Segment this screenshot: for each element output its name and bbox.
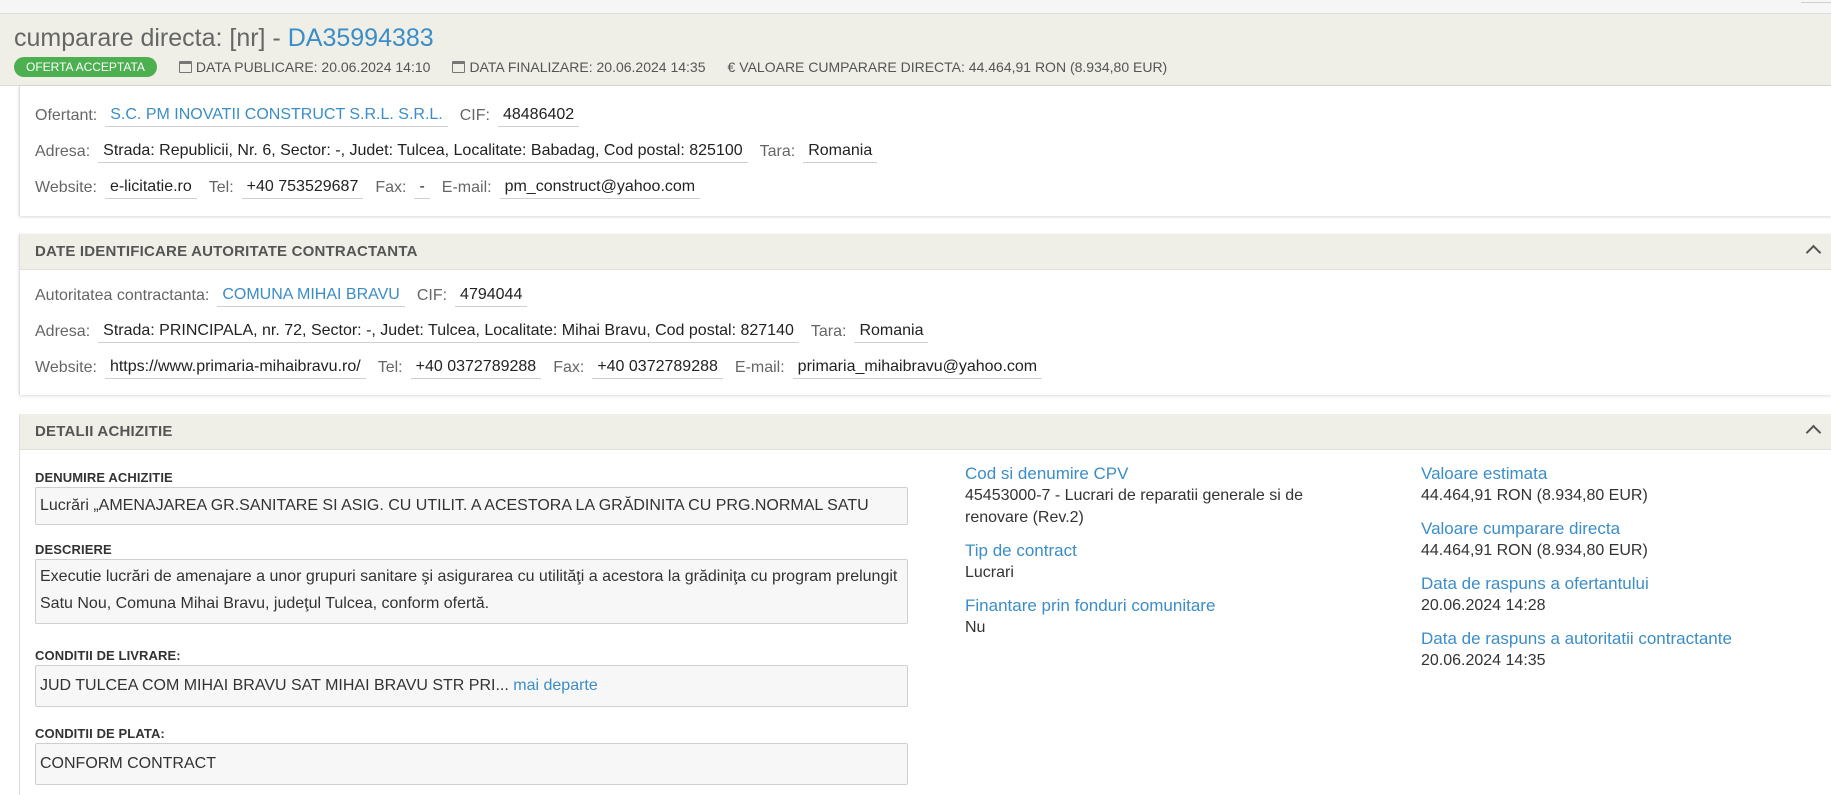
chevron-up-icon[interactable] (1805, 244, 1822, 261)
cpv-title: Cod si denumire CPV (965, 464, 1129, 483)
authority-email: primaria_mihaibravu@yahoo.com (792, 358, 1043, 379)
offerer-tel-label: Tel: (208, 179, 234, 196)
acquisition-name-label: DENUMIRE ACHIZITIE (35, 470, 173, 485)
authority-email-label: E-mail: (734, 359, 785, 376)
offerer-name-link[interactable]: S.C. PM INOVATII CONSTRUCT S.R.L. S.R.L. (105, 106, 448, 127)
calendar-icon (452, 61, 466, 73)
authority-address: Strada: PRINCIPALA, nr. 72, Sector: -, J… (98, 322, 799, 343)
offerer-country: Romania (803, 142, 878, 163)
authority-website-label: Website: (35, 359, 97, 376)
offerer-cif: 48486402 (497, 106, 580, 127)
procedure-code: DA35994383 (287, 24, 434, 52)
offerer-row: Ofertant: S.C. PM INOVATII CONSTRUCT S.R… (35, 103, 591, 129)
authority-panel-header[interactable]: DATE IDENTIFICARE AUTORITATE CONTRACTANT… (20, 234, 1831, 270)
authority-contact-row: Website: https://www.primaria-mihaibravu… (35, 355, 1054, 381)
payment-conditions-value: CONFORM CONTRACT (40, 755, 216, 772)
authority-tel-label: Tel: (377, 359, 403, 376)
offerer-address-label: Adresa: (35, 143, 91, 160)
page-title-prefix: cumparare directa: [nr] - (14, 24, 288, 52)
read-more-link[interactable]: mai departe (513, 677, 598, 694)
offerer-country-label: Tara: (759, 143, 796, 160)
top-bar-edge (1801, 0, 1831, 3)
authority-cif: 4794044 (455, 286, 528, 307)
authority-address-row: Adresa: Strada: PRINCIPALA, nr. 72, Sect… (35, 319, 940, 345)
direct-value-title: Valoare cumparare directa (1421, 519, 1621, 538)
authority-response-block: Data de raspuns a autoritatii contractan… (1421, 628, 1831, 672)
authority-section-title: DATE IDENTIFICARE AUTORITATE CONTRACTANT… (35, 243, 418, 260)
status-badge: OFERTA ACCEPTATA (14, 57, 157, 77)
offerer-cif-label: CIF: (459, 107, 490, 124)
authority-label: Autoritatea contractanta: (35, 287, 210, 304)
direct-value-block: Valoare cumparare directa 44.464,91 RON … (1421, 518, 1831, 562)
offerer-website: e-licitatie.ro (104, 178, 197, 199)
contract-type-block: Tip de contract Lucrari (965, 540, 1385, 584)
direct-value-amount: 44.464,91 RON (8.934,80 EUR) (1421, 542, 1648, 559)
publish-date-text: DATA PUBLICARE: 20.06.2024 14:10 (195, 59, 431, 75)
authority-address-label: Adresa: (35, 323, 91, 340)
offerer-label: Ofertant: (35, 107, 98, 124)
acquisition-name-field: Lucrări „AMENAJAREA GR.SANITARE SI ASIG.… (35, 487, 908, 525)
calendar-icon (178, 61, 192, 73)
offerer-response-title: Data de raspuns a ofertantului (1421, 574, 1649, 593)
offerer-fax: - (414, 178, 430, 199)
offerer-response-block: Data de raspuns a ofertantului 20.06.202… (1421, 573, 1831, 617)
offerer-fax-label: Fax: (375, 179, 407, 196)
delivery-conditions-value: JUD TULCEA COM MIHAI BRAVU SAT MIHAI BRA… (40, 677, 509, 694)
eu-funds-value: Nu (965, 619, 986, 636)
offerer-email-label: E-mail: (441, 179, 492, 196)
description-field: Executie lucrări de amenajare a unor gru… (35, 559, 908, 624)
acquisition-name-value: Lucrări „AMENAJAREA GR.SANITARE SI ASIG.… (40, 497, 869, 514)
offerer-email: pm_construct@yahoo.com (499, 178, 701, 199)
authority-fax: +40 0372789288 (592, 358, 723, 379)
payment-conditions-field: CONFORM CONTRACT (35, 743, 908, 785)
offerer-response-value: 20.06.2024 14:28 (1421, 597, 1546, 614)
estimated-value-title: Valoare estimata (1421, 464, 1548, 483)
end-date-text: DATA FINALIZARE: 20.06.2024 14:35 (469, 59, 706, 75)
publish-date: DATA PUBLICARE: 20.06.2024 14:10 (178, 59, 431, 75)
authority-country: Romania (854, 322, 929, 343)
estimated-value-block: Valoare estimata 44.464,91 RON (8.934,80… (1421, 463, 1831, 507)
delivery-conditions-label: CONDITII DE LIVRARE: (35, 648, 181, 663)
end-date: DATA FINALIZARE: 20.06.2024 14:35 (452, 59, 706, 75)
authority-cif-label: CIF: (416, 287, 448, 304)
authority-response-title: Data de raspuns a autoritatii contractan… (1421, 629, 1732, 648)
authority-fax-label: Fax: (553, 359, 585, 376)
delivery-conditions-field: JUD TULCEA COM MIHAI BRAVU SAT MIHAI BRA… (35, 665, 908, 707)
contract-type-value: Lucrari (965, 564, 1014, 581)
authority-name-link[interactable]: COMUNA MIHAI BRAVU (217, 286, 405, 307)
cpv-block: Cod si denumire CPV 45453000-7 - Lucrari… (965, 463, 1365, 529)
offerer-panel: Ofertant: S.C. PM INOVATII CONSTRUCT S.R… (19, 86, 1831, 216)
eu-funds-block: Finantare prin fonduri comunitare Nu (965, 595, 1385, 639)
cpv-value: 45453000-7 - Lucrari de reparatii genera… (965, 487, 1303, 526)
eu-funds-title: Finantare prin fonduri comunitare (965, 596, 1216, 615)
offerer-tel: +40 753529687 (241, 178, 364, 199)
payment-conditions-label: CONDITII DE PLATA: (35, 726, 165, 741)
top-bar (0, 0, 1831, 14)
authority-tel: +40 0372789288 (410, 358, 542, 379)
authority-website: https://www.primaria-mihaibravu.ro/ (104, 358, 366, 379)
header-meta: OFERTA ACCEPTATA DATA PUBLICARE: 20.06.2… (14, 56, 1189, 78)
direct-value-text: VALOARE CUMPARARE DIRECTA: 44.464,91 RON… (739, 59, 1168, 75)
direct-value: € VALOARE CUMPARARE DIRECTA: 44.464,91 R… (728, 59, 1168, 75)
acquisition-panel: DETALII ACHIZITIE DENUMIRE ACHIZITIE Luc… (19, 414, 1831, 795)
estimated-value: 44.464,91 RON (8.934,80 EUR) (1421, 487, 1648, 504)
description-label: DESCRIERE (35, 542, 112, 557)
acquisition-panel-header[interactable]: DETALII ACHIZITIE (20, 414, 1831, 450)
chevron-up-icon[interactable] (1805, 424, 1822, 441)
authority-panel: DATE IDENTIFICARE AUTORITATE CONTRACTANT… (19, 234, 1831, 395)
acquisition-section-title: DETALII ACHIZITIE (35, 423, 173, 440)
contract-type-title: Tip de contract (965, 541, 1077, 560)
authority-country-label: Tara: (810, 323, 847, 340)
offerer-address: Strada: Republicii, Nr. 6, Sector: -, Ju… (98, 142, 748, 163)
authority-response-value: 20.06.2024 14:35 (1421, 652, 1546, 669)
offerer-contact-row: Website: e-licitatie.ro Tel: +40 7535296… (35, 175, 712, 201)
offerer-address-row: Adresa: Strada: Republicii, Nr. 6, Secto… (35, 139, 889, 165)
authority-row: Autoritatea contractanta: COMUNA MIHAI B… (35, 283, 539, 309)
page-title: cumparare directa: [nr] - DA35994383 (14, 24, 434, 53)
procedure-header: cumparare directa: [nr] - DA35994383 OFE… (0, 14, 1831, 86)
euro-icon: € (727, 59, 736, 75)
description-value: Executie lucrări de amenajare a unor gru… (40, 568, 898, 612)
offerer-website-label: Website: (35, 179, 97, 196)
